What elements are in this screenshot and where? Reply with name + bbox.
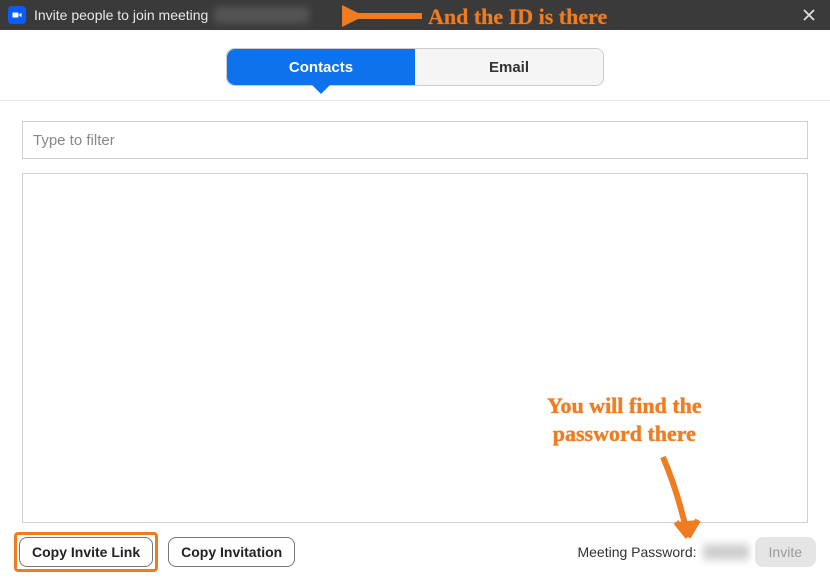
tab-email[interactable]: Email [415,49,603,85]
tab-email-label: Email [489,59,529,76]
meeting-password-redacted [703,544,749,560]
window-title: Invite people to join meeting [34,7,208,23]
meeting-id-redacted [214,7,309,23]
copy-invite-link-button[interactable]: Copy Invite Link [19,537,153,567]
tab-group: Contacts Email [226,48,604,86]
content-area [0,101,830,533]
close-icon [803,9,815,21]
invite-button[interactable]: Invite [755,537,816,567]
filter-input[interactable] [22,121,808,159]
copy-invitation-label: Copy Invitation [181,544,282,560]
invite-button-label: Invite [769,544,802,560]
titlebar: Invite people to join meeting [0,0,830,30]
meeting-password-label: Meeting Password: [577,544,696,560]
tab-contacts-label: Contacts [289,59,353,76]
copy-invite-link-highlight: Copy Invite Link [14,532,158,572]
footer-right: Meeting Password: Invite [577,537,816,567]
tab-contacts[interactable]: Contacts [227,49,415,85]
copy-invite-link-label: Copy Invite Link [32,544,140,560]
tabs-row: Contacts Email [0,48,830,101]
footer: Copy Invite Link Copy Invitation Meeting… [0,532,830,572]
zoom-app-icon [8,6,26,24]
copy-invitation-button[interactable]: Copy Invitation [168,537,295,567]
close-button[interactable] [794,2,824,28]
contacts-list[interactable] [22,173,808,523]
